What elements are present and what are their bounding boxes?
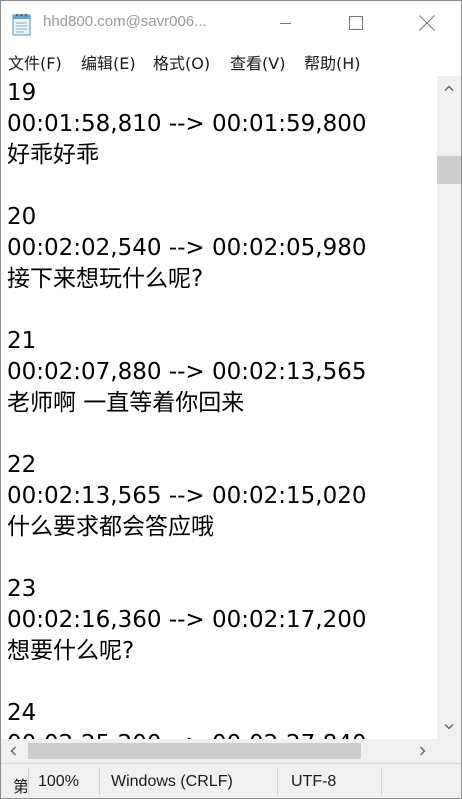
status-divider	[381, 768, 382, 795]
notepad-window: hhd800.com@savr006... 文件(F) 编辑(E) 格式(O) …	[0, 0, 462, 799]
chevron-right-icon	[420, 746, 426, 756]
text-line: 想要什么呢?	[7, 638, 135, 664]
horizontal-scrollbar[interactable]	[1, 739, 437, 763]
close-icon	[419, 15, 435, 31]
scrollbar-corner	[437, 739, 461, 763]
text-line: 什么要求都会答应哦	[7, 514, 214, 540]
menu-help[interactable]: 帮助(H)	[304, 50, 361, 74]
status-position: 第	[13, 773, 27, 797]
text-line: 老师啊 一直等着你回来	[7, 390, 245, 416]
text-line: 00:02:02,540 --> 00:02:05,980	[7, 235, 367, 261]
text-line: 24	[7, 700, 37, 726]
status-divider	[277, 768, 278, 795]
text-line: 00:02:07,880 --> 00:02:13,565	[7, 359, 367, 385]
window-title: hhd800.com@savr006...	[43, 13, 207, 30]
minimize-icon	[280, 23, 291, 24]
status-zoom: 100%	[38, 773, 79, 790]
text-line: 21	[7, 328, 37, 354]
chevron-down-icon	[444, 724, 454, 730]
scroll-right-button[interactable]	[411, 739, 435, 763]
scroll-left-button[interactable]	[1, 739, 25, 763]
text-line: 20	[7, 204, 37, 230]
minimize-button[interactable]	[263, 1, 309, 45]
menu-edit[interactable]: 编辑(E)	[81, 50, 136, 74]
status-bar: 第 100% Windows (CRLF) UTF-8	[1, 763, 461, 798]
horizontal-scroll-thumb[interactable]	[28, 743, 361, 759]
vertical-scrollbar[interactable]	[437, 76, 461, 739]
status-encoding: UTF-8	[291, 773, 337, 790]
menu-view[interactable]: 查看(V)	[230, 50, 285, 74]
menu-format[interactable]: 格式(O)	[153, 50, 210, 74]
chevron-up-icon	[444, 85, 454, 91]
scroll-up-button[interactable]	[437, 76, 461, 100]
status-divider	[28, 768, 29, 795]
text-line: 00:01:58,810 --> 00:01:59,800	[7, 111, 367, 137]
text-line: 00:02:25,200 --> 00:02:27,840	[7, 729, 367, 739]
scroll-down-button[interactable]	[437, 715, 461, 739]
status-divider	[99, 768, 100, 795]
text-editor[interactable]: 19 00:01:58,810 --> 00:01:59,800 好乖好乖 20…	[1, 76, 436, 739]
text-line: 22	[7, 452, 37, 478]
notepad-app-icon	[12, 12, 32, 36]
text-line: 00:02:13,565 --> 00:02:15,020	[7, 483, 367, 509]
text-line: 好乖好乖	[7, 142, 99, 168]
text-line: 00:02:16,360 --> 00:02:17,200	[7, 607, 367, 633]
title-bar[interactable]: hhd800.com@savr006...	[1, 1, 461, 45]
text-line: 接下来想玩什么呢?	[7, 266, 204, 292]
status-line-ending: Windows (CRLF)	[111, 773, 233, 790]
vertical-scroll-thumb[interactable]	[437, 156, 461, 184]
text-line: 19	[7, 80, 37, 106]
menu-bar: 文件(F) 编辑(E) 格式(O) 查看(V) 帮助(H)	[1, 45, 461, 75]
menu-file[interactable]: 文件(F)	[8, 50, 62, 74]
text-line: 23	[7, 576, 37, 602]
chevron-left-icon	[10, 746, 16, 756]
close-button[interactable]	[404, 1, 450, 45]
maximize-icon	[349, 16, 363, 30]
maximize-button[interactable]	[333, 1, 379, 45]
